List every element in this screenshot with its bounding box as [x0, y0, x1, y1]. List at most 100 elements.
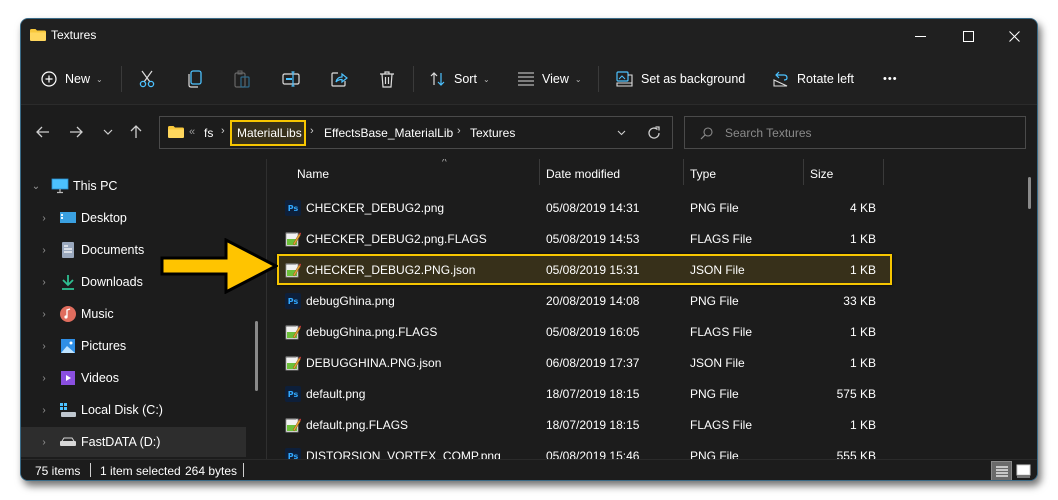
rotate-left-button[interactable]: Rotate left	[773, 65, 854, 93]
chevron-down-icon: ⌄	[482, 74, 490, 84]
column-header-type[interactable]: Type	[690, 159, 800, 189]
view-button[interactable]: View ⌄	[518, 65, 582, 93]
column-label: Size	[810, 167, 834, 181]
cut-button[interactable]	[138, 65, 156, 93]
monitor-icon	[51, 178, 69, 194]
file-date-modified: 05/08/2019 15:46	[546, 449, 640, 459]
file-row[interactable]: DEBUGGHINA.PNG.json 06/08/2019 17:37 JSON …	[277, 347, 892, 378]
notepad-file-icon	[285, 325, 301, 340]
sidebar-label: FastDATA (D:)	[81, 435, 161, 449]
file-name: CHECKER_DEBUG2.PNG.json	[306, 263, 476, 277]
chevron-down-icon[interactable]: ⌄	[30, 181, 42, 192]
sidebar-item-pictures[interactable]: › Pictures	[21, 331, 246, 361]
column-divider[interactable]	[803, 159, 804, 185]
file-row[interactable]: Ps default.png 18/07/2019 18:15 PNG File 575…	[277, 378, 892, 409]
file-size: 1 KB	[849, 356, 876, 370]
chevron-right-icon[interactable]: ›	[38, 405, 50, 416]
documents-icon	[62, 242, 74, 258]
chevron-right-icon[interactable]: ›	[38, 277, 50, 288]
column-divider[interactable]	[539, 159, 540, 185]
breadcrumb-textures[interactable]: Textures	[470, 126, 515, 140]
annotation-arrow-icon	[160, 238, 278, 294]
sidebar-label: Desktop	[81, 211, 127, 225]
file-date-modified: 20/08/2019 14:08	[546, 294, 640, 308]
chevron-right-icon[interactable]: ›	[38, 213, 50, 224]
navigation-pane: ⌄ This PC › Desktop › Documents › Downlo…	[21, 159, 266, 459]
view-list-icon	[518, 72, 534, 86]
sidebar-label: Videos	[81, 371, 119, 385]
rename-button[interactable]	[282, 65, 300, 93]
file-row[interactable]: default.png.FLAGS 18/07/2019 18:15 FLAGS F…	[277, 409, 892, 440]
share-button[interactable]	[331, 65, 348, 93]
file-row[interactable]: Ps debugGhina.png 20/08/2019 14:08 PNG File…	[277, 285, 892, 316]
column-header-size[interactable]: Size	[810, 159, 880, 189]
up-button[interactable]	[123, 119, 149, 145]
sidebar-item-fastdata-d[interactable]: › FastDATA (D:)	[21, 427, 246, 457]
breadcrumb-separator-icon[interactable]: ›	[221, 125, 225, 137]
file-row[interactable]: debugGhina.png.FLAGS 05/08/2019 16:05 FLAG…	[277, 316, 892, 347]
chevron-right-icon[interactable]: ›	[38, 245, 50, 256]
sidebar-scrollbar[interactable]	[255, 321, 258, 391]
delete-button[interactable]	[379, 65, 395, 93]
breadcrumb-separator-icon[interactable]: ›	[310, 125, 314, 137]
sort-button[interactable]: Sort ⌄	[430, 65, 490, 93]
sidebar-item-local-disk-c[interactable]: › Local Disk (C:)	[21, 395, 246, 425]
file-row[interactable]: CHECKER_DEBUG2.png.FLAGS 05/08/2019 14:53…	[277, 223, 892, 254]
file-name: DISTORSION_VORTEX_COMP.png	[306, 449, 501, 459]
file-size: 1 KB	[849, 418, 876, 432]
command-bar: New ⌄ Sort ⌄ View ⌄ Set as background Ro…	[21, 53, 1037, 105]
file-size: 4 KB	[849, 201, 876, 215]
file-row-highlighted[interactable]: CHECKER_DEBUG2.PNG.json 05/08/2019 15:31 J…	[277, 254, 892, 285]
large-icons-view-button[interactable]	[1013, 461, 1034, 480]
close-button[interactable]	[991, 19, 1037, 53]
file-date-modified: 05/08/2019 14:31	[546, 201, 640, 215]
column-header-date-modified[interactable]: Date modified	[546, 159, 686, 189]
set-as-background-button[interactable]: Set as background	[616, 65, 745, 93]
address-history-chevron-icon[interactable]	[617, 130, 626, 136]
notepad-file-icon	[285, 418, 301, 433]
back-button[interactable]	[30, 119, 56, 145]
search-input[interactable]: Search Textures	[684, 116, 1026, 149]
chevron-right-icon[interactable]: ›	[38, 437, 50, 448]
column-divider[interactable]	[883, 159, 884, 185]
file-list-scrollbar[interactable]	[1028, 177, 1031, 209]
chevron-right-icon[interactable]: ›	[38, 341, 50, 352]
refresh-icon[interactable]	[647, 126, 661, 140]
file-row[interactable]: Ps CHECKER_DEBUG2.png 05/08/2019 14:31 PNG …	[277, 192, 892, 223]
new-button[interactable]: New ⌄	[41, 65, 103, 93]
file-type: PNG File	[690, 387, 739, 401]
recent-locations-button[interactable]	[95, 119, 121, 145]
file-size: 1 KB	[849, 263, 876, 277]
minimize-button[interactable]	[897, 19, 943, 53]
breadcrumb-overflow[interactable]: «	[189, 126, 195, 138]
copy-button[interactable]	[187, 65, 203, 93]
more-icon: •••	[883, 73, 898, 85]
sidebar-item-desktop[interactable]: › Desktop	[21, 203, 246, 233]
address-bar[interactable]: « fs › MaterialLibs › EffectsBase_Materi…	[159, 116, 673, 149]
file-row[interactable]: Ps DISTORSION_VORTEX_COMP.png 05/08/2019 1…	[277, 440, 892, 459]
toolbar-divider	[413, 66, 414, 92]
notepad-file-icon	[285, 232, 301, 247]
breadcrumb-materiallibs[interactable]: MaterialLibs	[237, 126, 302, 140]
column-header-name[interactable]: ^ Name	[297, 159, 537, 189]
file-type: FLAGS File	[690, 418, 753, 432]
sidebar-item-this-pc[interactable]: ⌄ This PC	[21, 171, 246, 201]
forward-button[interactable]	[63, 119, 89, 145]
rotate-left-icon	[773, 71, 788, 87]
more-options-button[interactable]: •••	[883, 65, 898, 93]
maximize-button[interactable]	[945, 19, 991, 53]
photoshop-file-icon: Ps	[285, 293, 301, 309]
breadcrumb-fs[interactable]: fs	[204, 126, 213, 140]
sidebar-item-videos[interactable]: › Videos	[21, 363, 246, 393]
details-view-button[interactable]	[991, 461, 1012, 480]
windows-drive-icon	[60, 403, 76, 417]
breadcrumb-separator-icon[interactable]: ›	[457, 125, 461, 137]
paste-button[interactable]	[234, 65, 250, 93]
chevron-right-icon[interactable]: ›	[38, 309, 50, 320]
sidebar-label: Pictures	[81, 339, 127, 353]
column-divider[interactable]	[683, 159, 684, 185]
chevron-right-icon[interactable]: ›	[38, 373, 50, 384]
breadcrumb-effectsbase-materiallib[interactable]: EffectsBase_MaterialLib	[324, 126, 453, 140]
sidebar-item-music[interactable]: › Music	[21, 299, 246, 329]
file-size: 575 KB	[836, 387, 876, 401]
